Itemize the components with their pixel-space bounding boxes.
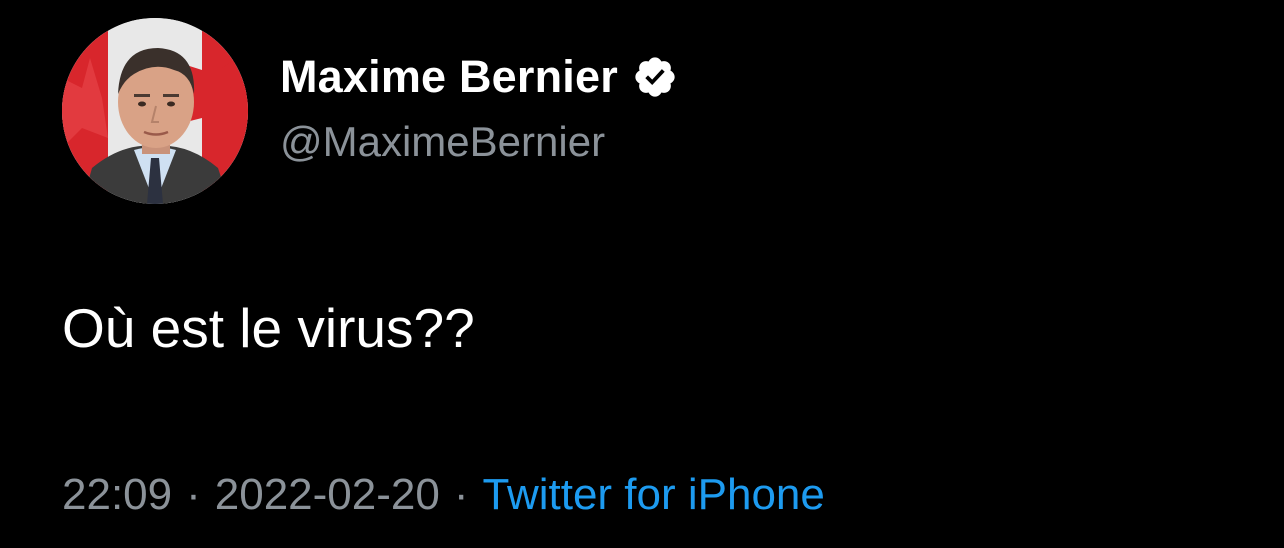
author-handle[interactable]: @MaximeBernier (280, 118, 605, 166)
tweet-time[interactable]: 22:09 (62, 470, 172, 519)
tweet-card: Maxime Bernier @MaximeBernier Où est le … (0, 0, 1284, 548)
tweet-source-link[interactable]: Twitter for iPhone (483, 470, 825, 519)
author-display-name[interactable]: Maxime Bernier (280, 51, 618, 103)
avatar[interactable] (62, 18, 248, 204)
avatar-image (62, 18, 248, 204)
verified-badge-icon (635, 57, 675, 97)
author-name-row[interactable]: Maxime Bernier (280, 48, 678, 106)
tweet-metadata: 22:09 · 2022-02-20 · Twitter for iPhone (62, 470, 825, 520)
tweet-date[interactable]: 2022-02-20 (215, 470, 440, 519)
tweet-text: Où est le virus?? (62, 297, 475, 359)
meta-separator: · (186, 470, 201, 519)
meta-separator: · (453, 470, 469, 519)
